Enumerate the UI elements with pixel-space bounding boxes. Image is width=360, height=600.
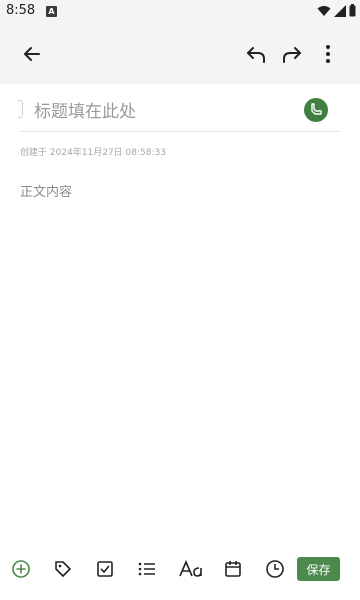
created-timestamp: 创建于 2024年11月27日 08:58:33 xyxy=(20,148,166,158)
battery-icon xyxy=(349,4,356,17)
checkbox-icon[interactable] xyxy=(92,556,118,582)
save-button[interactable]: 保存 xyxy=(297,557,340,581)
title-input[interactable]: 标题填在此处 xyxy=(34,97,136,122)
list-icon[interactable] xyxy=(134,556,160,582)
undo-icon[interactable] xyxy=(240,38,272,70)
cursor-mark xyxy=(18,100,23,118)
signal-icon xyxy=(334,4,346,17)
back-icon[interactable] xyxy=(16,38,48,70)
more-vert-icon[interactable] xyxy=(312,38,344,70)
title-divider xyxy=(20,131,340,132)
redo-icon[interactable] xyxy=(276,38,308,70)
category-icon[interactable] xyxy=(304,98,328,122)
text-format-icon[interactable] xyxy=(177,556,207,582)
status-time: 8:58 xyxy=(6,3,36,18)
bottom-toolbar: 保存 xyxy=(0,548,360,590)
app-bar xyxy=(0,24,360,84)
bottom-spacer xyxy=(0,590,360,600)
tag-icon[interactable] xyxy=(50,556,76,582)
status-icons xyxy=(317,4,356,17)
calendar-icon[interactable] xyxy=(220,556,246,582)
status-bar: 8:58 A xyxy=(0,0,360,24)
wifi-icon xyxy=(317,5,331,16)
add-icon[interactable] xyxy=(8,556,34,582)
clock-icon[interactable] xyxy=(262,556,288,582)
notification-a-icon: A xyxy=(46,6,57,17)
body-input[interactable]: 正文内容 xyxy=(20,181,72,200)
